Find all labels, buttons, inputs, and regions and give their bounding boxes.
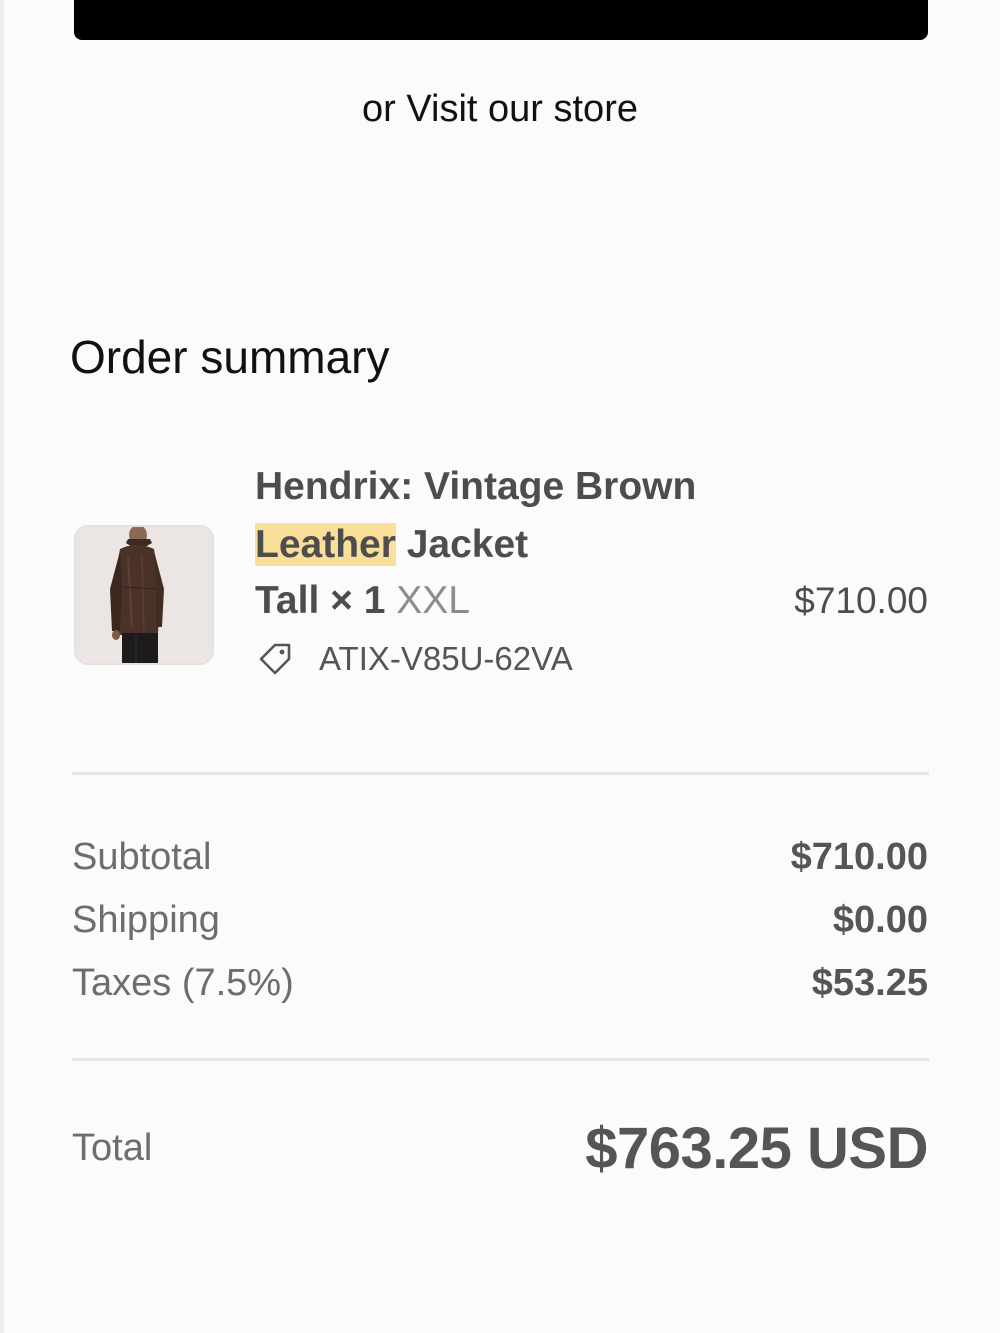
product-title-part1: Hendrix: Vintage Brown xyxy=(255,465,697,508)
tag-icon xyxy=(257,641,293,677)
shipping-value: $0.00 xyxy=(832,899,928,941)
taxes-row: Taxes (7.5%) $53.25 xyxy=(72,962,928,1005)
jacket-product-image xyxy=(76,527,212,663)
taxes-value: $53.25 xyxy=(811,962,928,1004)
divider xyxy=(72,772,929,775)
item-size: XXL xyxy=(396,579,470,622)
product-title: Hendrix: Vintage Brown Leather Jacket xyxy=(255,458,735,574)
subtotal-label: Subtotal xyxy=(72,836,212,878)
checkout-button[interactable] xyxy=(74,0,928,40)
order-summary-title: Order summary xyxy=(70,331,390,383)
visit-store-link[interactable]: or Visit our store xyxy=(0,88,1000,131)
taxes-label: Taxes (7.5%) xyxy=(72,962,294,1004)
page-edge xyxy=(0,0,4,1333)
shipping-label: Shipping xyxy=(72,899,220,941)
discount-code: ATIX-V85U-62VA xyxy=(257,640,573,678)
variant-line: Tall × 1 XXL xyxy=(255,572,470,630)
item-price: $710.00 xyxy=(794,580,928,621)
subtotal-value: $710.00 xyxy=(790,836,928,878)
total-label: Total xyxy=(72,1127,153,1169)
total-row: Total $763.25 USD xyxy=(72,1115,928,1182)
total-value: $763.25 USD xyxy=(585,1116,928,1181)
discount-code-text: ATIX-V85U-62VA xyxy=(319,640,573,677)
variant-spacer: Tall xyxy=(255,579,331,622)
subtotal-row: Subtotal $710.00 xyxy=(72,836,928,879)
product-title-highlight: Leather xyxy=(255,523,396,566)
shipping-row: Shipping $0.00 xyxy=(72,899,928,942)
product-thumbnail xyxy=(74,525,214,665)
divider xyxy=(72,1058,929,1061)
product-title-part2: Jacket xyxy=(395,523,529,566)
item-quantity: × 1 xyxy=(330,579,386,622)
